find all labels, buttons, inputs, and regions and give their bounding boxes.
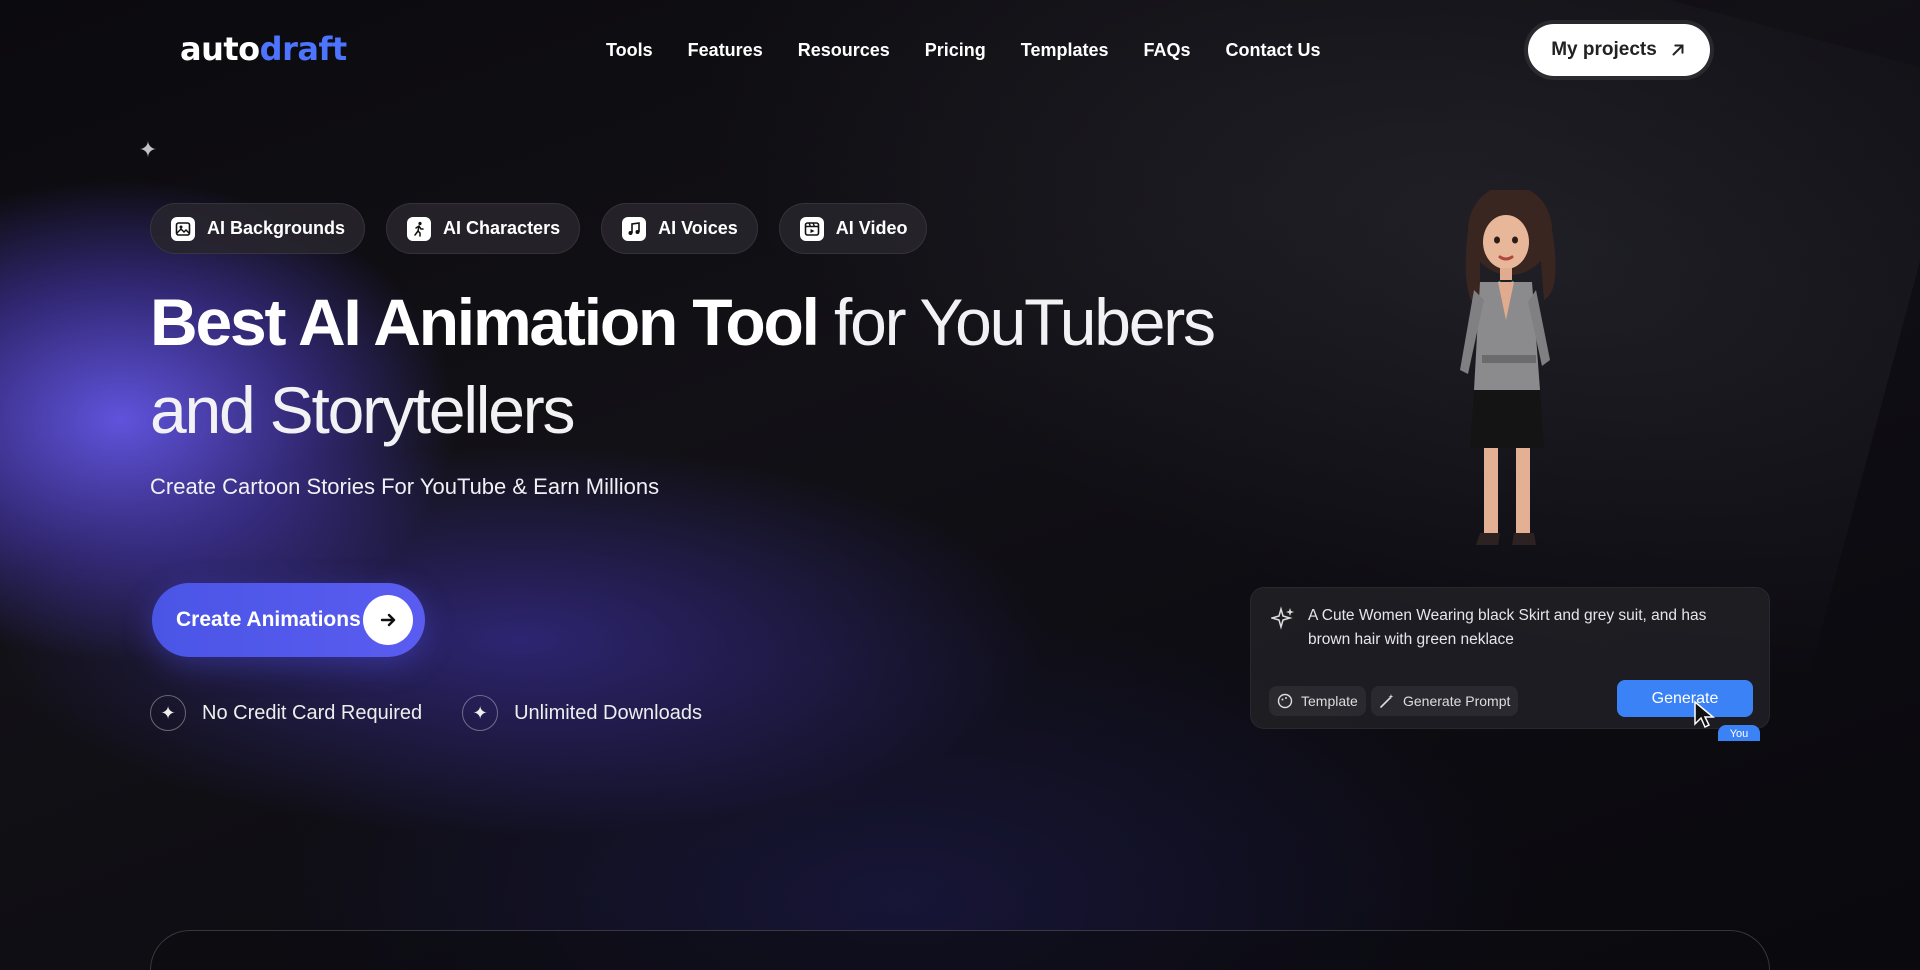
check-label: Unlimited Downloads	[514, 701, 702, 724]
sparkle-icon: ✦	[138, 137, 158, 162]
my-projects-button[interactable]: My projects	[1528, 24, 1710, 76]
main-nav: Tools Features Resources Pricing Templat…	[606, 40, 1321, 61]
check-unlimited-downloads: ✦ Unlimited Downloads	[462, 695, 702, 731]
nav-tools[interactable]: Tools	[606, 40, 653, 61]
pill-label: AI Backgrounds	[207, 218, 346, 238]
nav-contact-us[interactable]: Contact Us	[1226, 40, 1321, 61]
pill-ai-voices[interactable]: AI Voices	[601, 203, 758, 254]
arrow-up-right-icon	[1672, 44, 1684, 56]
pill-ai-characters[interactable]: AI Characters	[386, 203, 581, 254]
sparkle-icon: ✦	[462, 695, 499, 731]
sparkle-icon: ✦	[150, 695, 186, 731]
pill-label: AI Voices	[658, 218, 738, 238]
generate-prompt-button[interactable]: Generate Prompt	[1371, 686, 1519, 716]
logo-part2: draft	[259, 30, 348, 68]
check-label: No Credit Card Required	[202, 701, 423, 724]
generate-button[interactable]: Generate	[1617, 680, 1753, 717]
nav-templates[interactable]: Templates	[1021, 40, 1109, 61]
nav-features[interactable]: Features	[688, 40, 763, 61]
hero-title-bold: Best AI Animation Tool	[150, 285, 820, 359]
palette-icon	[1277, 693, 1293, 709]
prompt-card: A Cute Women Wearing black Skirt and gre…	[1250, 587, 1770, 729]
template-label: Template	[1301, 693, 1358, 709]
header: autodraft Tools Features Resources Prici…	[0, 0, 1920, 100]
video-icon	[799, 216, 824, 241]
arrow-right-icon	[363, 595, 413, 645]
bottom-panel	[150, 930, 1770, 970]
feature-pills: AI Backgrounds AI Characters AI Voices A…	[150, 203, 928, 254]
logo[interactable]: autodraft	[180, 30, 347, 68]
magic-wand-icon	[1380, 694, 1394, 708]
running-person-icon	[407, 216, 432, 241]
music-note-icon	[622, 216, 647, 241]
create-animations-button[interactable]: Create Animations	[152, 583, 425, 657]
pill-ai-backgrounds[interactable]: AI Backgrounds	[150, 203, 366, 254]
logo-part1: auto	[180, 30, 260, 68]
pill-label: AI Characters	[443, 218, 561, 238]
cartoon-character-image	[1460, 190, 1556, 545]
hero-subtitle: Create Cartoon Stories For YouTube & Ear…	[150, 474, 660, 499]
nav-resources[interactable]: Resources	[798, 40, 890, 61]
nav-pricing[interactable]: Pricing	[925, 40, 986, 61]
image-icon	[171, 216, 195, 241]
my-projects-label: My projects	[1551, 39, 1657, 60]
mouse-cursor-icon	[1694, 700, 1716, 729]
ai-sparkle-icon	[1271, 606, 1294, 630]
generate-prompt-label: Generate Prompt	[1403, 693, 1511, 709]
cta-label: Create Animations	[176, 608, 361, 631]
nav-faqs[interactable]: FAQs	[1144, 40, 1191, 61]
pill-ai-video[interactable]: AI Video	[778, 203, 928, 254]
feature-checks: ✦ No Credit Card Required ✦ Unlimited Do…	[150, 695, 702, 731]
cursor-label: You	[1718, 725, 1760, 741]
pill-label: AI Video	[835, 218, 908, 238]
prompt-text[interactable]: A Cute Women Wearing black Skirt and gre…	[1308, 604, 1728, 652]
check-no-credit-card: ✦ No Credit Card Required	[150, 695, 422, 731]
template-button[interactable]: Template	[1269, 686, 1366, 716]
hero-title: Best AI Animation Tool for YouTubers and…	[150, 278, 1250, 454]
